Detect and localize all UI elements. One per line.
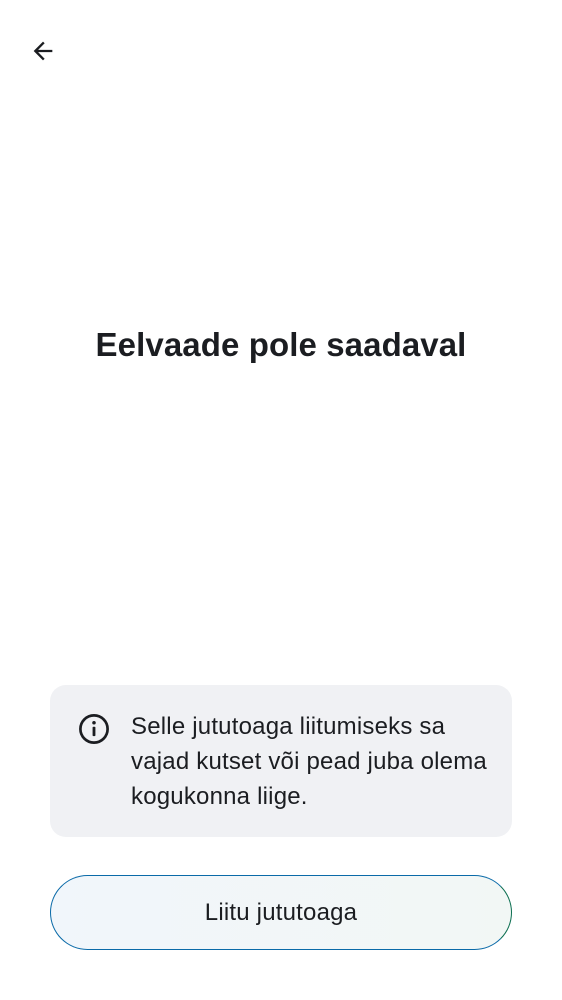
join-room-button[interactable]: Liitu jututoaga [50,875,512,950]
info-notice: Selle jututoaga liitumiseks sa vajad kut… [50,685,512,837]
page-title: Eelvaade pole saadaval [95,326,467,363]
join-room-button-label: Liitu jututoaga [204,898,358,926]
back-button[interactable] [22,30,64,72]
info-notice-text: Selle jututoaga liitumiseks sa vajad kut… [131,713,487,810]
arrow-left-icon [29,37,57,65]
info-icon [77,712,111,746]
room-preview-screen: Eelvaade pole saadaval Selle jututoaga l… [0,0,562,1000]
